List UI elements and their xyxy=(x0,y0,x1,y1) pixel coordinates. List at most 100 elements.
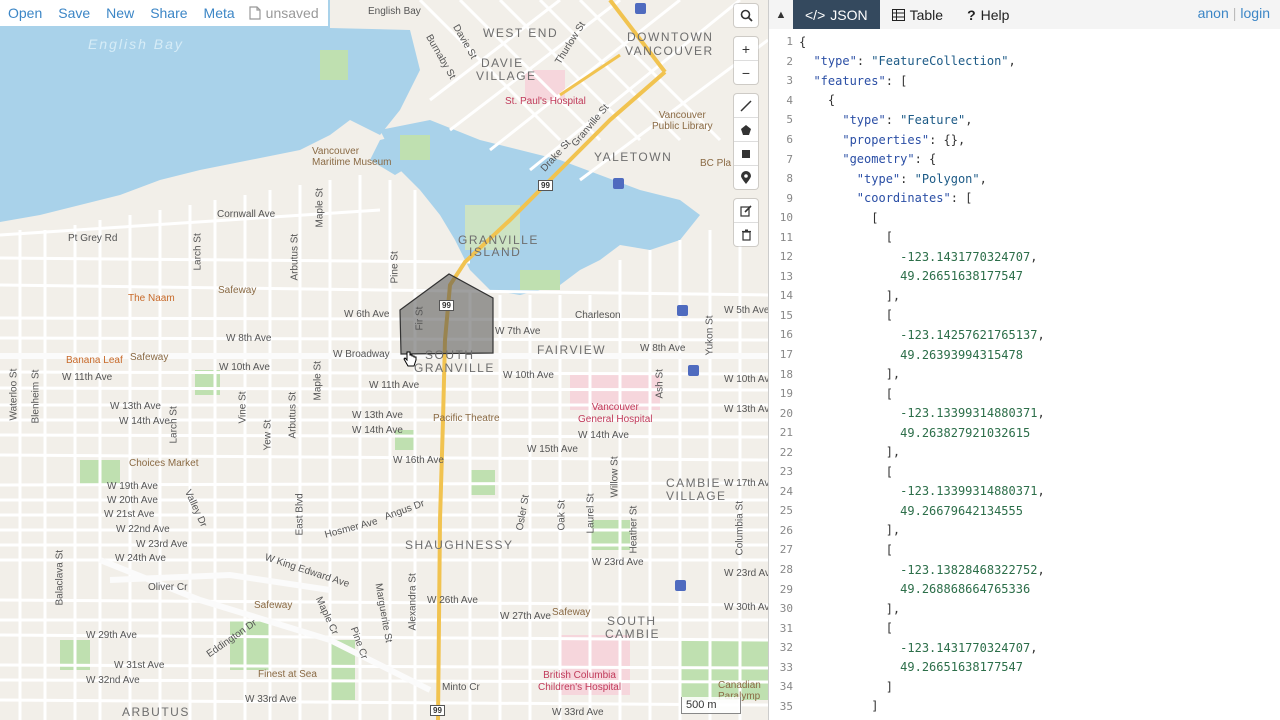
line-number: 9 xyxy=(786,191,793,205)
street-label: Alexandra St xyxy=(407,573,419,631)
editor-line: 32 -123.1431770324707, xyxy=(769,638,1280,658)
map-label-area: GRANVILLE xyxy=(414,361,495,375)
poi-label: The Naam xyxy=(128,293,175,304)
poi-label: Safeway xyxy=(552,607,591,618)
status-text: unsaved xyxy=(265,5,319,21)
tab-help[interactable]: ? Help xyxy=(955,0,1021,29)
open-menu[interactable]: Open xyxy=(0,5,50,21)
editor-line: 11 [ xyxy=(769,227,1280,247)
line-number: 18 xyxy=(779,367,793,381)
poi-label: BC Pla xyxy=(700,158,732,169)
line-number: 32 xyxy=(779,641,793,655)
map-label-area: ISLAND xyxy=(469,245,522,259)
transit-icon xyxy=(613,178,624,189)
street-label: Minto Cr xyxy=(442,682,480,693)
code-text: { xyxy=(799,34,807,49)
editor-line: 14 ], xyxy=(769,286,1280,306)
editor-line: 2 "type": "FeatureCollection", xyxy=(769,52,1280,72)
anon-link[interactable]: anon xyxy=(1198,5,1229,21)
line-number: 30 xyxy=(779,602,793,616)
collapse-caret-icon[interactable]: ▲ xyxy=(769,9,793,21)
code-text: "coordinates": [ xyxy=(856,191,973,206)
trash-icon[interactable] xyxy=(734,223,758,246)
line-number: 17 xyxy=(779,348,793,362)
code-text: "type": "FeatureCollection", xyxy=(813,54,1016,69)
street-label: Arbutus St xyxy=(289,233,301,281)
code-text: -123.1431770324707, xyxy=(900,640,1038,655)
draw-marker-icon[interactable] xyxy=(734,166,758,189)
street-label: W 32nd Ave xyxy=(86,675,140,686)
map-label-area: VILLAGE xyxy=(666,489,727,503)
code-text: "features": [ xyxy=(813,73,908,88)
poi-label: Vancouver Public Library xyxy=(652,110,713,132)
street-label: Blenheim St xyxy=(30,369,42,424)
top-toolbar: Open Save New Share Meta unsaved xyxy=(0,0,328,26)
code-text: -123.13399314880371, xyxy=(900,406,1045,421)
street-label: W 5th Ave xyxy=(724,305,768,316)
street-label: Ash St xyxy=(654,369,666,399)
street-label: W 13th Ave xyxy=(724,404,768,415)
code-text: 49.26651638177547 xyxy=(900,660,1023,675)
poi-label: Banana Leaf xyxy=(66,355,123,366)
editor-line: 34 ] xyxy=(769,677,1280,697)
street-label: W 8th Ave xyxy=(226,333,272,344)
street-label: W 27th Ave xyxy=(500,611,551,622)
zoom-control: + − xyxy=(734,37,758,84)
code-text: [ xyxy=(799,308,893,323)
code-text: 49.26393994315478 xyxy=(900,347,1023,362)
street-label: Oliver Cr xyxy=(148,582,188,593)
code-text: ], xyxy=(799,367,901,382)
code-text: [ xyxy=(799,230,893,245)
tab-table[interactable]: Table xyxy=(880,0,955,29)
tab-json[interactable]: </> JSON xyxy=(793,0,880,29)
search-control xyxy=(734,4,758,27)
street-label: Pt Grey Rd xyxy=(68,233,118,244)
line-number: 33 xyxy=(779,660,793,674)
poi-label: Vancouver General Hospital xyxy=(578,402,653,425)
line-number: 35 xyxy=(779,699,793,713)
edit-icon[interactable] xyxy=(734,199,758,223)
street-label: Larch St xyxy=(192,233,204,271)
street-label: Waterloo St xyxy=(8,368,20,421)
line-number: 10 xyxy=(779,211,793,225)
draw-polygon-icon[interactable] xyxy=(734,118,758,142)
draw-line-icon[interactable] xyxy=(734,94,758,118)
code-text: "type": "Polygon", xyxy=(856,171,987,186)
tab-label: Table xyxy=(909,6,944,23)
street-label: W 23rd Ave xyxy=(592,557,644,568)
json-editor[interactable]: 1{2 "type": "FeatureCollection", 3 "featu… xyxy=(769,32,1280,720)
draw-rectangle-icon[interactable] xyxy=(734,142,758,166)
login-link[interactable]: login xyxy=(1240,5,1270,21)
code-text: 49.263827921032615 xyxy=(900,425,1031,440)
poi-label: Finest at Sea xyxy=(258,669,317,680)
street-label: W 17th Ave xyxy=(724,478,768,489)
street-label: W 13th Ave xyxy=(352,410,403,421)
editor-line: 26 ], xyxy=(769,521,1280,541)
code-text: { xyxy=(799,93,836,108)
zoom-in-button[interactable]: + xyxy=(734,37,758,61)
code-text: [ xyxy=(799,210,879,225)
meta-menu[interactable]: Meta xyxy=(196,5,243,21)
share-menu[interactable]: Share xyxy=(142,5,195,21)
editor-panel: ▲ </> JSON Table ? Help anon | login 1{2 "… xyxy=(768,0,1280,720)
code-text: 49.26679642134555 xyxy=(900,503,1023,518)
street-label: W 10th Ave xyxy=(724,374,768,385)
street-label: Laurel St xyxy=(585,493,597,534)
line-number: 19 xyxy=(779,387,793,401)
draw-control xyxy=(734,94,758,189)
editor-line: 35 ] xyxy=(769,697,1280,717)
save-menu[interactable]: Save xyxy=(50,5,98,21)
editor-line: 4 { xyxy=(769,91,1280,111)
street-label: W 11th Ave xyxy=(369,380,420,391)
search-icon[interactable] xyxy=(734,4,758,27)
poi-label: Charleson xyxy=(575,310,621,321)
editor-line: 12 -123.1431770324707, xyxy=(769,247,1280,267)
map-view[interactable]: English Bay English Bay WEST END DOWNTOW… xyxy=(0,0,768,720)
code-text: ] xyxy=(799,699,879,714)
code-text: ], xyxy=(799,445,901,460)
editor-line: 9 "coordinates": [ xyxy=(769,188,1280,208)
street-label: Willow St xyxy=(609,456,621,498)
zoom-out-button[interactable]: − xyxy=(734,61,758,84)
new-menu[interactable]: New xyxy=(98,5,142,21)
editor-line: 6 "properties": {}, xyxy=(769,130,1280,150)
